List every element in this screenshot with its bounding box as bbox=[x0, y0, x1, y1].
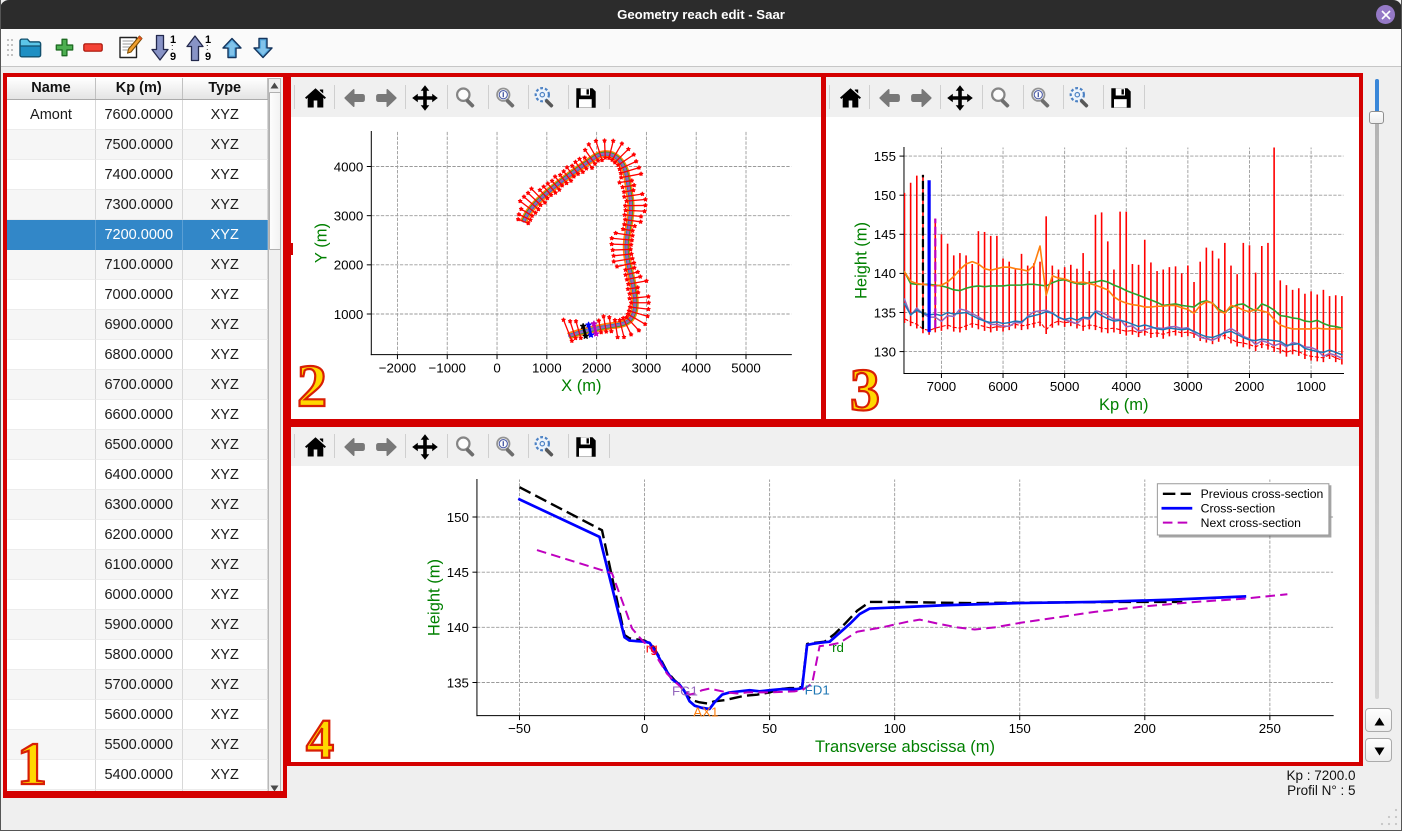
svg-text:9: 9 bbox=[170, 51, 176, 62]
svg-text:9: 9 bbox=[205, 51, 211, 62]
